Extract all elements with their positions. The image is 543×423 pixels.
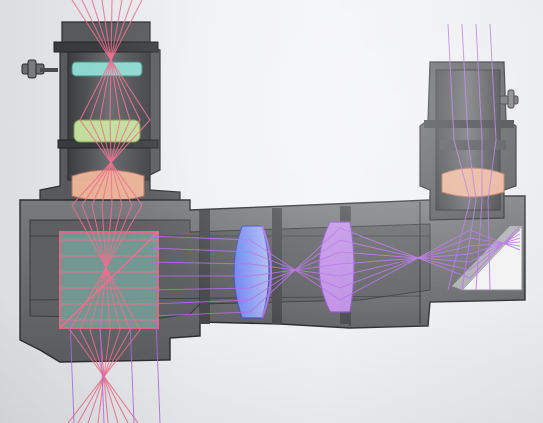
cad-viewport bbox=[19, 0, 526, 423]
focus-knob-left bbox=[21, 59, 58, 79]
right-eyepiece-lens bbox=[441, 167, 505, 198]
monitor-screen bbox=[0, 0, 543, 423]
eyepiece-lens-cyan bbox=[71, 61, 143, 77]
eyepiece-lens-green bbox=[73, 119, 141, 143]
relay-lens-2 bbox=[318, 221, 355, 313]
